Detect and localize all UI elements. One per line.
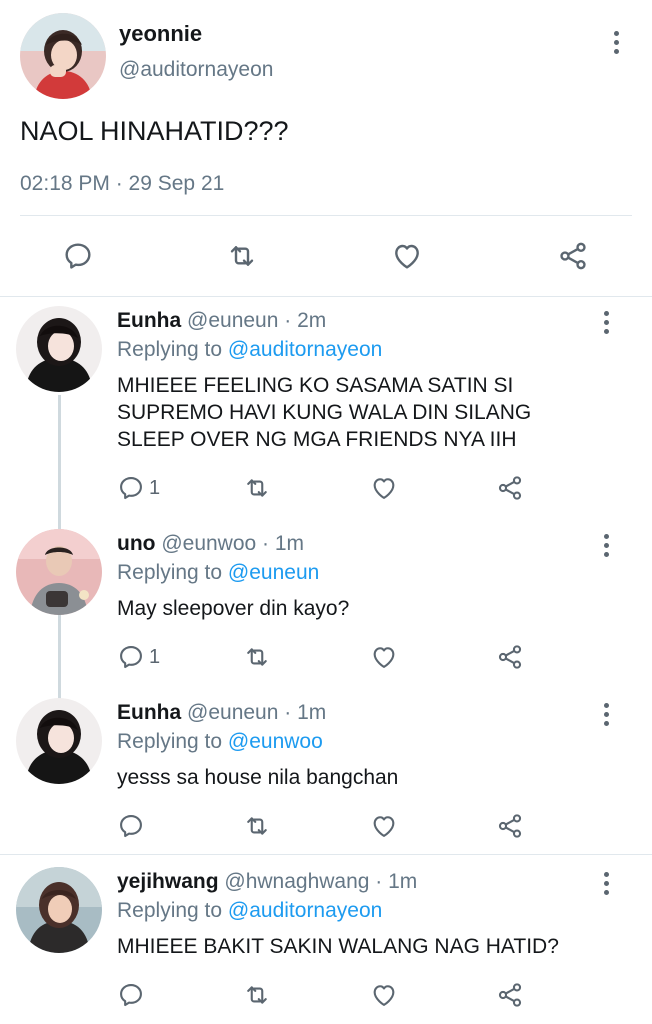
replying-to-link[interactable]: @auditornayeon: [228, 899, 382, 922]
reply-text-line: MHIEEE BAKIT SAKIN WALANG NAG HATID?: [117, 935, 559, 958]
handle-time[interactable]: @euneun · 1m: [187, 701, 326, 724]
heart-icon[interactable]: [370, 981, 398, 1009]
share-icon[interactable]: [496, 981, 524, 1009]
heart-icon[interactable]: [370, 474, 398, 502]
reply-text-line: yesss sa house nila bangchan: [117, 766, 399, 789]
handle[interactable]: @auditornayeon: [119, 58, 273, 82]
share-icon[interactable]: [496, 474, 524, 502]
replying-label: Replying to: [117, 561, 223, 584]
reply-text: May sleepover din kayo?: [117, 595, 349, 622]
retweet-icon[interactable]: [226, 240, 258, 272]
replying-label: Replying to: [117, 338, 223, 361]
section-divider: [0, 296, 652, 297]
reply-text: MHIEEE BAKIT SAKIN WALANG NAG HATID?: [117, 933, 559, 960]
heart-icon[interactable]: [391, 240, 423, 272]
handle-time[interactable]: @hwnaghwang · 1m: [224, 870, 417, 893]
avatar[interactable]: [16, 698, 102, 784]
reply-icon[interactable]: [117, 474, 145, 502]
share-icon[interactable]: [557, 240, 589, 272]
divider: [20, 215, 632, 216]
display-name[interactable]: Eunha: [117, 701, 181, 724]
reply-icon[interactable]: [117, 643, 145, 671]
reply-icon[interactable]: [117, 981, 145, 1009]
display-name[interactable]: yejihwang: [117, 870, 219, 893]
replying-label: Replying to: [117, 730, 223, 753]
reply-text-line: SUPREMO HAVI KUNG WALA DIN SILANG: [117, 401, 532, 424]
handle-time[interactable]: @euneun · 2m: [187, 309, 326, 332]
reply-count: 1: [149, 646, 161, 668]
reply-text-line: MHIEEE FEELING KO SASAMA SATIN SI: [117, 374, 514, 397]
more-vertical-icon[interactable]: [596, 307, 616, 337]
tweet-text: NAOL HINAHATID???: [20, 116, 289, 146]
handle-time[interactable]: @eunwoo · 1m: [161, 532, 304, 555]
more-vertical-icon[interactable]: [606, 27, 626, 57]
replying-to-link[interactable]: @auditornayeon: [228, 338, 382, 361]
section-divider: [0, 854, 652, 855]
avatar[interactable]: [16, 867, 102, 953]
heart-icon[interactable]: [370, 643, 398, 671]
reply-text: yesss sa house nila bangchan: [117, 764, 398, 791]
display-name[interactable]: uno: [117, 532, 155, 555]
retweet-icon[interactable]: [243, 812, 271, 840]
avatar[interactable]: [20, 13, 106, 99]
share-icon[interactable]: [496, 643, 524, 671]
display-name[interactable]: Eunha: [117, 309, 181, 332]
reply-text: MHIEEE FEELING KO SASAMA SATIN SI SUPREM…: [117, 372, 531, 453]
heart-icon[interactable]: [370, 812, 398, 840]
reply-icon[interactable]: [117, 812, 145, 840]
retweet-icon[interactable]: [243, 474, 271, 502]
replying-to-link[interactable]: @euneun: [228, 561, 319, 584]
reply-count: 1: [149, 477, 161, 499]
replying-label: Replying to: [117, 899, 223, 922]
share-icon[interactable]: [496, 812, 524, 840]
timestamp[interactable]: 02:18 PM · 29 Sep 21: [20, 172, 224, 196]
retweet-icon[interactable]: [243, 981, 271, 1009]
reply-icon[interactable]: [62, 240, 94, 272]
more-vertical-icon[interactable]: [596, 699, 616, 729]
reply-text-line: May sleepover din kayo?: [117, 597, 350, 620]
retweet-icon[interactable]: [243, 643, 271, 671]
replying-to-link[interactable]: @eunwoo: [228, 730, 323, 753]
more-vertical-icon[interactable]: [596, 868, 616, 898]
avatar[interactable]: [16, 306, 102, 392]
reply-text-line: SLEEP OVER NG MGA FRIENDS NYA IIH: [117, 428, 517, 451]
avatar[interactable]: [16, 529, 102, 615]
more-vertical-icon[interactable]: [596, 530, 616, 560]
display-name[interactable]: yeonnie: [119, 21, 202, 47]
